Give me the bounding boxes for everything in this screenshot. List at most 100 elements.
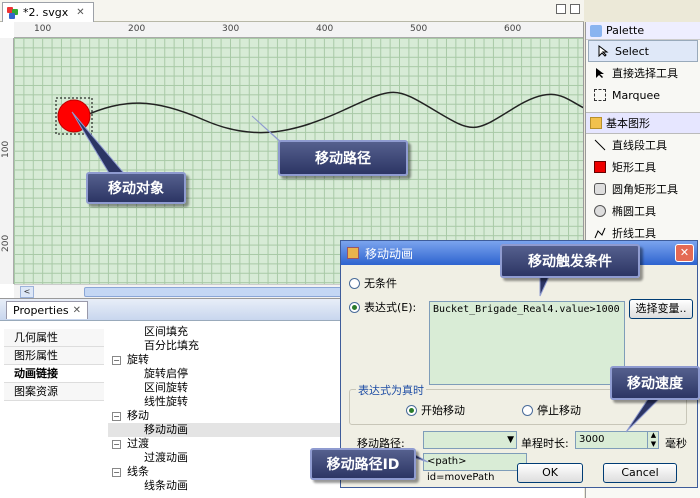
editor-tab-title: *2. svgx <box>23 6 69 19</box>
duration-spinner[interactable]: ▲ ▼ <box>647 431 659 449</box>
tree-label: 线条 <box>127 465 149 478</box>
expression-input[interactable]: Bucket_Brigade_Real4.value>1000 <box>429 301 625 385</box>
marquee-icon <box>594 89 606 101</box>
tree-label: 移动动画 <box>144 423 188 436</box>
tab-graphics[interactable]: 图形属性 <box>4 347 104 365</box>
dialog-title: 移动动画 <box>365 246 414 261</box>
tree-label: 旋转 <box>127 353 149 366</box>
start-move-option[interactable]: 开始移动 <box>406 402 465 418</box>
collapse-icon[interactable]: − <box>112 411 121 421</box>
tab-animation-link[interactable]: 动画链接 <box>4 365 104 383</box>
expression-label: 表达式(E): <box>364 301 417 314</box>
ruler-tick: 500 <box>410 24 428 34</box>
tree-item[interactable]: 区间旋转 <box>108 381 340 395</box>
ruler-tick: 100 <box>34 24 52 34</box>
tree-group[interactable]: − 线条 <box>108 465 340 479</box>
move-path-select[interactable]: ▼ <box>423 431 517 449</box>
tree-label: 区间旋转 <box>144 381 188 394</box>
tree-label: 过渡 <box>127 437 149 450</box>
close-icon[interactable]: ✕ <box>73 305 81 316</box>
properties-title: Properties <box>13 303 69 317</box>
tree-item[interactable]: 区间填充 <box>108 325 340 339</box>
collapse-icon[interactable]: − <box>112 355 121 365</box>
palette-title: Palette <box>606 24 645 37</box>
start-move-label: 开始移动 <box>421 404 465 417</box>
palette-item-label: 直线段工具 <box>612 139 667 152</box>
tree-item[interactable]: 旋转启停 <box>108 367 340 381</box>
expression-option[interactable]: 表达式(E): <box>349 299 416 315</box>
path-id-field[interactable]: <path> id=movePath <box>423 453 527 483</box>
line-icon <box>594 139 606 151</box>
chevron-down-icon: ▼ <box>507 435 514 445</box>
palette-item-label: Marquee <box>612 88 661 102</box>
editor-tab[interactable]: *2. svgx ✕ <box>2 2 94 22</box>
minimize-icon[interactable] <box>556 4 566 14</box>
no-condition-option[interactable]: 无条件 <box>349 275 397 291</box>
svg-file-icon <box>7 6 19 19</box>
tab-geometry[interactable]: 几何属性 <box>4 329 104 347</box>
ruler-tick: 100 <box>1 140 11 158</box>
callout-speed: 移动速度 <box>610 366 700 400</box>
arrow-cursor-icon <box>597 45 609 58</box>
tree-item[interactable]: 过渡动画 <box>108 451 340 465</box>
cancel-button[interactable]: Cancel <box>603 463 677 483</box>
animation-tree: 区间填充 百分比填充 − 旋转 旋转启停 区间旋转 线性旋转 − 移动 移动动画 − 过渡 过渡动画 − 线… <box>108 325 340 493</box>
palette-item-direct-select[interactable]: 直接选择工具 <box>586 62 700 84</box>
palette-group-basic-shapes[interactable]: 基本图形 <box>586 112 700 134</box>
stop-move-option[interactable]: 停止移动 <box>522 402 581 418</box>
window-controls <box>556 4 580 14</box>
ruler-tick: 200 <box>1 234 11 252</box>
tree-label: 线性旋转 <box>144 395 188 408</box>
palette-item-label: 直接选择工具 <box>612 67 678 80</box>
tab-pattern-resources[interactable]: 图案资源 <box>4 383 104 401</box>
tree-item[interactable]: 线条动画 <box>108 479 340 493</box>
polyline-icon <box>594 227 606 239</box>
ruler-tick: 200 <box>128 24 146 34</box>
collapse-icon[interactable]: − <box>112 439 121 449</box>
palette-item-marquee[interactable]: Marquee <box>586 84 700 106</box>
palette-item-select[interactable]: Select <box>588 40 698 62</box>
collapse-icon[interactable]: − <box>112 467 121 477</box>
ruler-tick: 400 <box>316 24 334 34</box>
palette-item-label: 椭圆工具 <box>612 205 656 218</box>
tree-label: 旋转启停 <box>144 367 188 380</box>
tree-item[interactable]: 移动动画 <box>108 423 340 437</box>
no-condition-radio[interactable] <box>349 277 360 289</box>
tree-group[interactable]: − 过渡 <box>108 437 340 451</box>
tree-item[interactable]: 线性旋转 <box>108 395 340 409</box>
palette-header: Palette <box>586 22 700 40</box>
ruler-tick: 600 <box>504 24 522 34</box>
palette-item-ellipse[interactable]: 椭圆工具 <box>586 200 700 222</box>
ruler-left: 100 200 <box>0 38 14 284</box>
select-variable-button[interactable]: 选择变量.. <box>629 299 693 319</box>
dialog-icon <box>347 247 359 259</box>
palette-item-roundrect[interactable]: 圆角矩形工具 <box>586 178 700 200</box>
properties-tab[interactable]: Properties ✕ <box>6 300 88 319</box>
palette-item-label: 矩形工具 <box>612 161 656 174</box>
move-object <box>57 99 91 133</box>
dialog-close-button[interactable]: ✕ <box>675 244 694 262</box>
no-condition-label: 无条件 <box>364 277 397 290</box>
close-icon[interactable]: ✕ <box>76 7 84 18</box>
palette-group-label: 基本图形 <box>606 117 650 130</box>
callout-move-object: 移动对象 <box>86 172 186 204</box>
properties-category-tabs: 几何属性 图形属性 动画链接 图案资源 <box>4 329 104 401</box>
start-move-radio[interactable] <box>406 404 417 416</box>
tree-group[interactable]: − 移动 <box>108 409 340 423</box>
tree-group[interactable]: − 旋转 <box>108 353 340 367</box>
stop-move-label: 停止移动 <box>537 404 581 417</box>
editor-tabbar: *2. svgx ✕ <box>0 0 584 22</box>
stop-move-radio[interactable] <box>522 404 533 416</box>
when-true-label: 表达式为真时 <box>356 382 426 398</box>
palette-item-line[interactable]: 直线段工具 <box>586 134 700 156</box>
tree-item[interactable]: 百分比填充 <box>108 339 340 353</box>
duration-label: 单程时长: <box>521 437 569 450</box>
tree-label: 线条动画 <box>144 479 188 492</box>
scroll-left-button[interactable]: < <box>20 286 34 298</box>
ok-button[interactable]: OK <box>517 463 583 483</box>
palette-item-rect[interactable]: 矩形工具 <box>586 156 700 178</box>
callout-trigger: 移动触发条件 <box>500 244 640 278</box>
expression-radio[interactable] <box>349 301 360 313</box>
maximize-icon[interactable] <box>570 4 580 14</box>
tree-label: 过渡动画 <box>144 451 188 464</box>
